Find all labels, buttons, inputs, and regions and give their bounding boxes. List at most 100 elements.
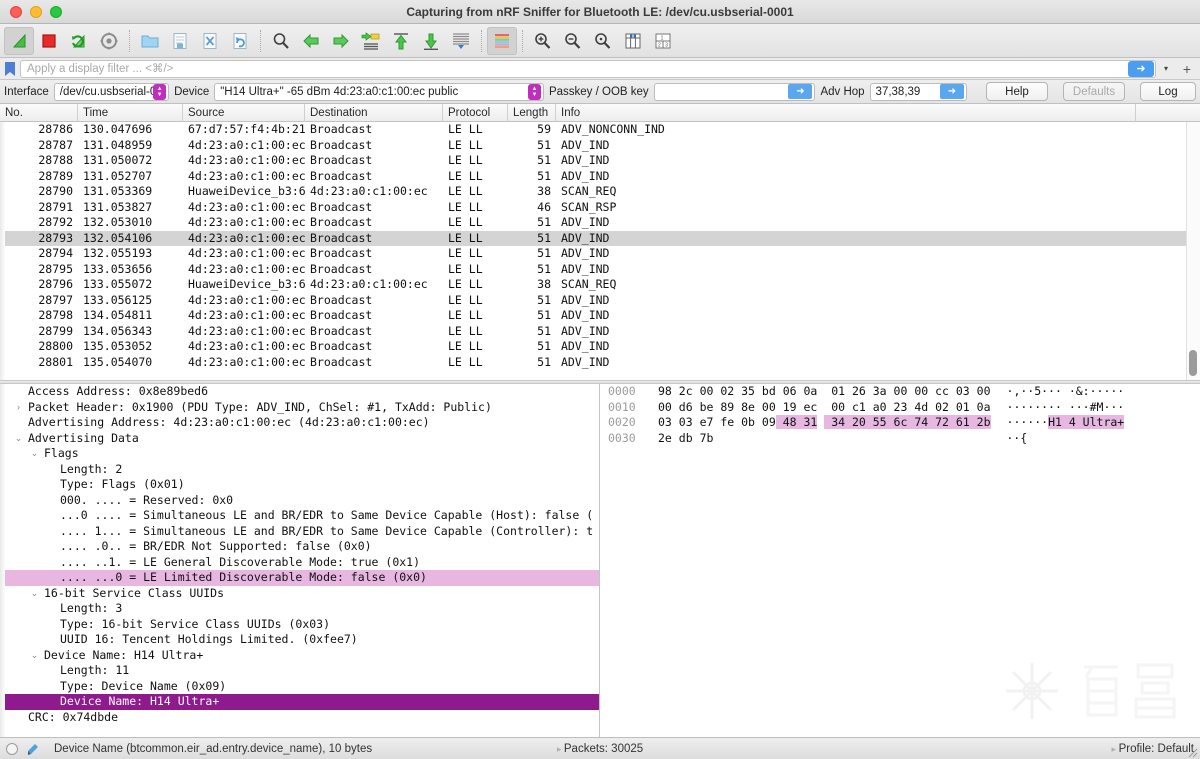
device-combo[interactable]: "H14 Ultra+" -65 dBm 4d:23:a0:c1:00:ec p…	[214, 82, 544, 101]
detail-tree-row[interactable]: ⌄ Advertising Data	[0, 431, 599, 447]
hex-dump-row[interactable]: 0030 2e db 7b ··{	[600, 431, 1200, 447]
add-filter-button[interactable]: +	[1178, 61, 1196, 77]
packet-list-header[interactable]: No. Time Source Destination Protocol Length In…	[0, 103, 1200, 122]
chevron-down-icon[interactable]: ⌄	[28, 586, 41, 602]
go-forward-button[interactable]	[326, 27, 356, 55]
detail-tree-row[interactable]: Type: Flags (0x01)	[0, 477, 599, 493]
resize-grip-icon[interactable]	[1186, 746, 1198, 758]
passkey-field[interactable]: ➜	[653, 82, 816, 101]
chevron-down-icon[interactable]: ⌄	[12, 431, 25, 447]
table-row[interactable]: 28796 133.055072 HuaweiDevice_b3:64… 4d:23:…	[0, 277, 1200, 293]
table-row[interactable]: 28799 134.056343 4d:23:a0:c1:00:ec Broadcas…	[0, 324, 1200, 340]
stop-capture-button[interactable]	[34, 27, 64, 55]
capture-options-button[interactable]	[94, 27, 124, 55]
adv-hop-apply-icon[interactable]: ➜	[940, 84, 964, 99]
find-packet-button[interactable]	[266, 27, 296, 55]
normal-size-button[interactable]	[588, 27, 618, 55]
detail-tree-row[interactable]: Device Name: H14 Ultra+	[0, 694, 599, 710]
help-button[interactable]: Help	[986, 82, 1048, 101]
go-to-first-packet-button[interactable]	[386, 27, 416, 55]
table-row[interactable]: 28793 132.054106 4d:23:a0:c1:00:ec Broadcas…	[0, 230, 1200, 246]
table-row[interactable]: 28798 134.054811 4d:23:a0:c1:00:ec Broadcas…	[0, 308, 1200, 324]
column-header-time[interactable]: Time	[78, 103, 183, 122]
red-square-icon	[42, 33, 56, 48]
detail-tree-row[interactable]: Length: 2	[0, 462, 599, 478]
green-restart-icon	[72, 34, 85, 47]
packet-bytes-pane[interactable]: 0000 98 2c 00 02 35 bd 06 0a 01 26 3a 00 …	[600, 384, 1200, 737]
device-stepper-icon[interactable]: ▲ ▼	[527, 83, 541, 100]
detail-tree-row[interactable]: ...0 .... = Simultaneous LE and BR/EDR t…	[0, 508, 599, 524]
start-capture-button[interactable]	[4, 26, 34, 55]
hex-dump-row[interactable]: 0010 00 d6 be 89 8e 00 19 ec 00 c1 a0 23 …	[600, 400, 1200, 416]
apply-filter-button[interactable]: ➜	[1128, 60, 1154, 77]
chevron-down-icon[interactable]: ⌄	[28, 648, 41, 664]
table-row[interactable]: 28791 131.053827 4d:23:a0:c1:00:ec Broadcas…	[0, 200, 1200, 216]
packet-details-pane[interactable]: Access Address: 0x8e89bed6 › Packet Header…	[0, 384, 600, 737]
layout-panes-button[interactable]: 1 2 3	[648, 27, 678, 55]
table-row[interactable]: 28794 132.055193 4d:23:a0:c1:00:ec Broadcas…	[0, 246, 1200, 262]
table-row[interactable]: 28788 131.050072 4d:23:a0:c1:00:ec Broadcas…	[0, 153, 1200, 169]
restart-capture-button[interactable]	[64, 27, 94, 55]
column-header-info[interactable]: Info	[556, 103, 1136, 122]
detail-tree-row[interactable]: .... ...0 = LE Limited Discoverable Mode…	[0, 570, 599, 586]
go-to-last-packet-button[interactable]	[416, 27, 446, 55]
auto-scroll-button[interactable]	[446, 27, 476, 55]
detail-tree-row[interactable]: .... ..1. = LE General Discoverable Mode…	[0, 555, 599, 571]
open-file-button[interactable]	[135, 27, 165, 55]
table-row[interactable]: 28800 135.053052 4d:23:a0:c1:00:ec Broadcas…	[0, 339, 1200, 355]
chevron-right-icon[interactable]: ›	[12, 400, 25, 416]
reload-file-button[interactable]	[225, 27, 255, 55]
hex-dump-row[interactable]: 0020 03 03 e7 fe 0b 09 48 31 34 20 55 6c …	[600, 415, 1200, 431]
table-row[interactable]: 28795 133.053656 4d:23:a0:c1:00:ec Broadcas…	[0, 262, 1200, 278]
packet-list-body[interactable]: 28786 130.047696 67:d7:57:f4:4b:21 Broadcas…	[0, 122, 1200, 380]
resize-columns-button[interactable]	[618, 27, 648, 55]
detail-tree-row[interactable]: Advertising Address: 4d:23:a0:c1:00:ec (…	[0, 415, 599, 431]
filter-history-caret-icon[interactable]: ▾	[1158, 64, 1174, 73]
detail-tree-row[interactable]: Length: 11	[0, 663, 599, 679]
column-header-no[interactable]: No.	[0, 103, 78, 122]
detail-tree-row[interactable]: Type: Device Name (0x09)	[0, 679, 599, 695]
detail-tree-row[interactable]: Access Address: 0x8e89bed6	[0, 384, 599, 400]
table-row[interactable]: 28797 133.056125 4d:23:a0:c1:00:ec Broadcas…	[0, 293, 1200, 309]
table-row[interactable]: 28801 135.054070 4d:23:a0:c1:00:ec Broadcas…	[0, 355, 1200, 371]
detail-tree-row[interactable]: ⌄ Device Name: H14 Ultra+	[0, 648, 599, 664]
detail-tree-row[interactable]: ⌄ 16-bit Service Class UUIDs	[0, 586, 599, 602]
go-to-packet-button[interactable]	[356, 27, 386, 55]
detail-tree-row[interactable]: 000. .... = Reserved: 0x0	[0, 493, 599, 509]
column-header-length[interactable]: Length	[508, 103, 556, 122]
cell-length: 51	[537, 261, 551, 276]
interface-combo[interactable]: /dev/cu.usbserial-0001 ▲▼	[53, 82, 170, 101]
column-header-protocol[interactable]: Protocol	[443, 103, 508, 122]
detail-tree-row[interactable]: .... 1... = Simultaneous LE and BR/EDR t…	[0, 524, 599, 540]
passkey-apply-icon[interactable]: ➜	[788, 84, 813, 99]
colorize-packets-button[interactable]	[487, 26, 517, 55]
save-file-button[interactable]	[165, 27, 195, 55]
table-row[interactable]: 28790 131.053369 HuaweiDevice_b3:64… 4d:23:…	[0, 184, 1200, 200]
zoom-out-button[interactable]	[558, 27, 588, 55]
display-filter-input[interactable]: Apply a display filter ... <⌘/>	[20, 59, 1156, 78]
interface-stepper-icon[interactable]: ▲ ▼	[153, 83, 167, 100]
go-back-button[interactable]	[296, 27, 326, 55]
detail-tree-row[interactable]: Type: 16-bit Service Class UUIDs (0x03)	[0, 617, 599, 633]
hex-dump-row[interactable]: 0000 98 2c 00 02 35 bd 06 0a 01 26 3a 00 …	[600, 384, 1200, 400]
table-row[interactable]: 28786 130.047696 67:d7:57:f4:4b:21 Broadcas…	[0, 122, 1200, 138]
detail-tree-row[interactable]: .... .0.. = BR/EDR Not Supported: false …	[0, 539, 599, 555]
packet-list-scroll-thumb[interactable]	[1189, 350, 1197, 376]
table-row[interactable]: 28789 131.052707 4d:23:a0:c1:00:ec Broadcas…	[0, 169, 1200, 185]
close-file-button[interactable]	[195, 27, 225, 55]
bookmark-icon[interactable]	[4, 61, 16, 77]
table-row[interactable]: 28792 132.053010 4d:23:a0:c1:00:ec Broadcas…	[0, 215, 1200, 231]
table-row[interactable]: 28787 131.048959 4d:23:a0:c1:00:ec Broadcas…	[0, 138, 1200, 154]
detail-tree-row[interactable]: ⌄ Flags	[0, 446, 599, 462]
detail-tree-row[interactable]: CRC: 0x74dbde	[0, 710, 599, 726]
detail-tree-row[interactable]: › Packet Header: 0x1900 (PDU Type: ADV_IN…	[0, 400, 599, 416]
log-button[interactable]: Log	[1140, 82, 1196, 101]
packet-list-scrollbar[interactable]	[1186, 122, 1200, 380]
adv-hop-field[interactable]: 37,38,39 ➜	[869, 82, 967, 101]
column-header-destination[interactable]: Destination	[305, 103, 443, 122]
chevron-down-icon[interactable]: ⌄	[28, 446, 41, 462]
detail-tree-row[interactable]: UUID 16: Tencent Holdings Limited. (0xfe…	[0, 632, 599, 648]
zoom-in-button[interactable]	[528, 27, 558, 55]
detail-tree-row[interactable]: Length: 3	[0, 601, 599, 617]
column-header-source[interactable]: Source	[183, 103, 305, 122]
